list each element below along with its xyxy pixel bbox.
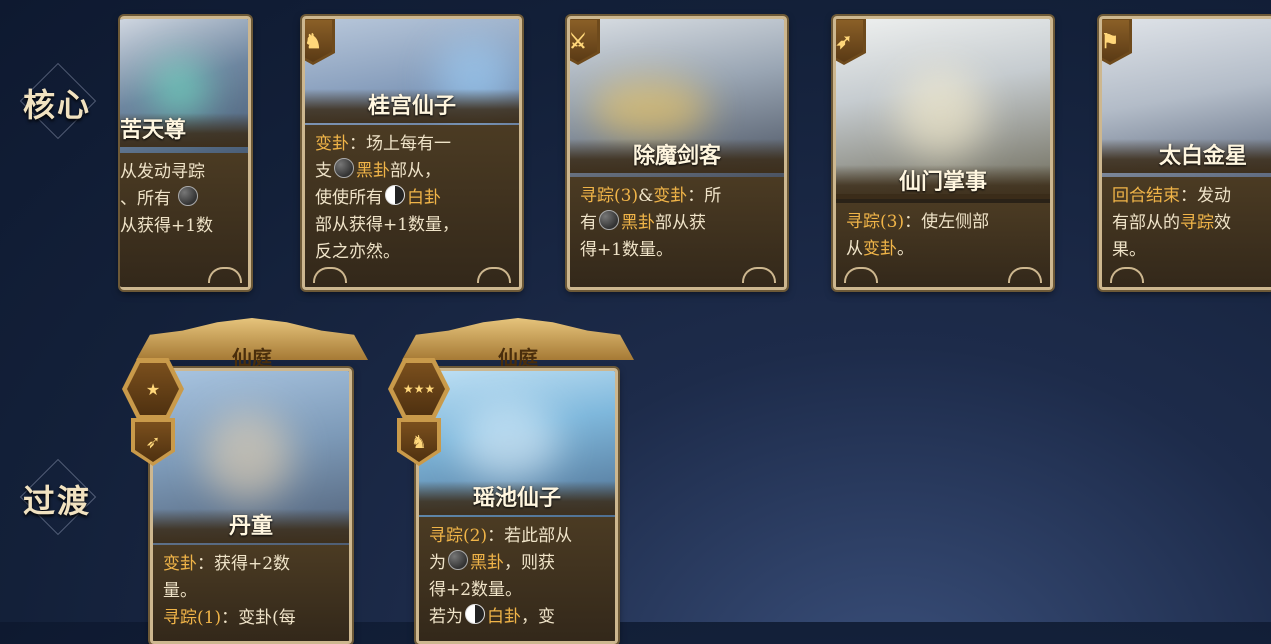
card-name: 丹童 <box>153 509 349 543</box>
sword-icon: ⚔ <box>570 20 597 62</box>
flag-icon: ⚑ <box>1102 20 1129 62</box>
card-kutianzun[interactable]: 苦天尊 从发动寻踪 、所有 从获得+1数 <box>120 16 251 290</box>
card-chumo-jianke[interactable]: ⚔ 除魔剑客 寻踪(3)&变卦：所 有黑卦部从获 得+1数量。 <box>567 16 787 290</box>
card-desc: 寻踪(2)：若此部从 为黑卦，则获 得+2数量。 若为 白卦，变 <box>419 517 615 641</box>
black-gua-icon <box>448 550 468 570</box>
bow-icon: ➶ <box>135 422 171 462</box>
transition-row-label: 过渡 <box>22 482 91 520</box>
card-name: 桂宫仙子 <box>305 89 519 123</box>
star-icon: ★★★ <box>393 363 445 415</box>
star-icon: ★ <box>127 363 179 415</box>
white-gua-icon <box>465 604 485 624</box>
core-row-label: 核心 <box>22 86 91 124</box>
card-name: 苦天尊 <box>120 113 248 147</box>
card-name: 太白金星 <box>1102 139 1271 173</box>
black-gua-icon <box>599 210 619 230</box>
horse-icon: ♞ <box>305 20 332 62</box>
card-name: 除魔剑客 <box>570 139 784 173</box>
black-gua-icon <box>178 186 199 206</box>
card-dantong[interactable]: 丹童 变卦：获得+2数 量。 寻踪(1)：变卦(每 <box>150 368 352 644</box>
card-taibai-jinxing[interactable]: ⚑ 太白金星 回合结束：发动 有部从的寻踪效 果。 <box>1099 16 1271 290</box>
bow-icon: ➶ <box>836 20 863 62</box>
white-gua-icon <box>385 185 405 205</box>
horse-icon: ♞ <box>401 422 437 462</box>
card-yaochi-xianzi[interactable]: 瑶池仙子 寻踪(2)：若此部从 为黑卦，则获 得+2数量。 若为 白卦，变 <box>416 368 618 644</box>
card-guigong-xianzi[interactable]: ♞ 桂宫仙子 变卦：场上每有一 支黑卦部从， 使使所有 白卦 部从获得+1数量， … <box>302 16 522 290</box>
card-desc: 变卦：获得+2数 量。 寻踪(1)：变卦(每 <box>153 545 349 641</box>
card-name: 仙门掌事 <box>836 165 1050 199</box>
card-name: 瑶池仙子 <box>419 481 615 515</box>
card-desc: 变卦：场上每有一 支黑卦部从， 使使所有 白卦 部从获得+1数量， 反之亦然。 <box>305 125 519 287</box>
card-xianmen-zhangshi[interactable]: ➶ 仙门掌事 寻踪(3)：使左侧部 从变卦。 <box>833 16 1053 290</box>
black-gua-icon <box>334 158 354 178</box>
